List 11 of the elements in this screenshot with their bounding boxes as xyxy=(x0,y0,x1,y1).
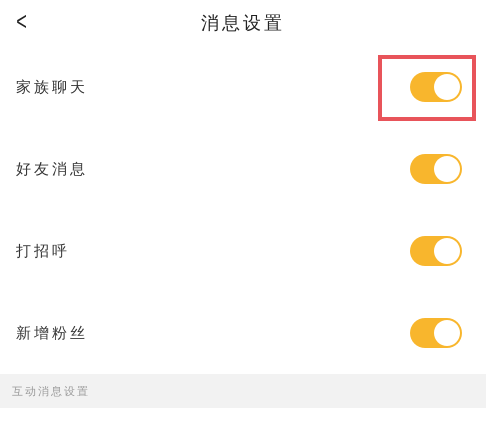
page-title: 消息设置 xyxy=(201,12,285,35)
toggle-switch[interactable] xyxy=(410,154,462,184)
setting-label: 好友消息 xyxy=(16,160,88,178)
section-title: 互动消息设置 xyxy=(12,384,90,398)
toggle-switch[interactable] xyxy=(410,72,462,102)
setting-label: 新增粉丝 xyxy=(16,324,88,342)
setting-label: 打招呼 xyxy=(16,242,70,260)
back-button[interactable]: < xyxy=(12,6,32,36)
setting-label: 家族聊天 xyxy=(16,78,88,96)
toggle-switch[interactable] xyxy=(410,318,462,348)
toggle-switch[interactable] xyxy=(410,236,462,266)
